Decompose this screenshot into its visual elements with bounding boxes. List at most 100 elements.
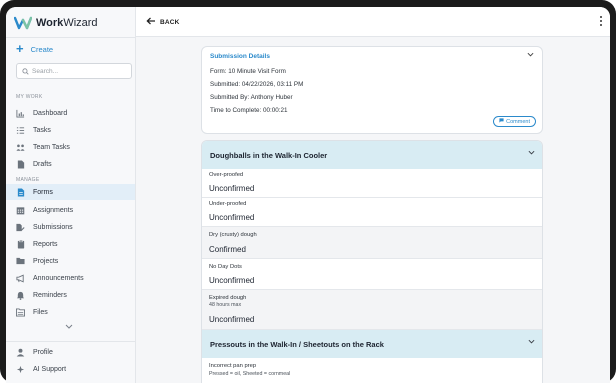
chevron-down-icon[interactable] <box>527 52 534 59</box>
sidebar-item-label: Profile <box>33 348 53 356</box>
search-icon <box>22 62 29 80</box>
chevron-down-icon <box>528 150 535 157</box>
device-frame: WorkWizard + Create MY WORK Dashboard Ta… <box>0 0 616 383</box>
question-answer: Unconfirmed <box>209 315 255 324</box>
divider <box>6 341 136 342</box>
time-to-complete: Time to Complete: 00:00:21 <box>210 107 288 114</box>
comment-button[interactable]: Comment <box>493 116 536 127</box>
question-row: Expired dough 48 hours max Unconfirmed <box>202 290 542 330</box>
sidebar-item-team-tasks[interactable]: Team Tasks <box>6 139 135 155</box>
question-label: Dry (crusty) dough <box>209 232 257 238</box>
brand-name: WorkWizard <box>36 17 98 29</box>
main-content: Submission Details Form: 10 Minute Visit… <box>136 37 610 383</box>
sidebar-item-tasks[interactable]: Tasks <box>6 122 135 138</box>
person-icon <box>16 348 25 357</box>
search-box[interactable] <box>16 63 132 79</box>
search-input[interactable] <box>32 67 127 75</box>
list-icon <box>16 126 25 135</box>
sidebar-item-reports[interactable]: Reports <box>6 236 135 252</box>
megaphone-icon <box>16 273 25 283</box>
section-label-manage: MANAGE <box>16 177 40 183</box>
chevron-down-icon <box>528 339 535 346</box>
question-answer: Unconfirmed <box>209 213 255 222</box>
sidebar-item-profile[interactable]: Profile <box>6 344 135 360</box>
question-row: Over-proofed Unconfirmed <box>202 169 542 198</box>
brand-logo[interactable]: WorkWizard <box>13 14 98 32</box>
question-row: Under-proofed Unconfirmed <box>202 198 542 227</box>
more-options-icon[interactable] <box>600 16 603 26</box>
comment-label: Comment <box>506 118 530 125</box>
bar-chart-icon <box>16 109 25 118</box>
question-label: Incorrect pan prep <box>209 363 257 369</box>
plus-icon: + <box>16 41 24 56</box>
submission-details-card: Submission Details Form: 10 Minute Visit… <box>201 46 543 134</box>
chevron-down-icon[interactable] <box>65 324 73 331</box>
section-header[interactable]: Doughballs in the Walk-In Cooler <box>202 141 542 169</box>
back-button[interactable]: BACK <box>146 17 180 27</box>
submitted-date: Submitted: 04/22/2026, 03:11 PM <box>210 81 304 88</box>
section-header[interactable]: Pressouts in the Walk-In / Sheetouts on … <box>202 330 542 358</box>
submission-icon <box>16 223 25 232</box>
question-label: Expired dough <box>209 295 247 301</box>
bell-icon <box>16 291 25 300</box>
team-icon <box>16 143 25 152</box>
sidebar-item-forms[interactable]: Forms <box>6 184 135 200</box>
files-icon <box>16 307 25 317</box>
sidebar-item-assignments[interactable]: Assignments <box>6 202 135 218</box>
create-button[interactable]: + Create <box>16 41 54 56</box>
document-icon <box>16 159 25 169</box>
arrow-left-icon <box>146 17 156 27</box>
sidebar-item-label: Announcements <box>33 274 84 282</box>
sidebar-item-label: Assignments <box>33 206 74 214</box>
create-label: Create <box>30 44 54 54</box>
folder-icon <box>16 257 25 266</box>
top-bar: BACK <box>136 7 610 37</box>
question-label: Over-proofed <box>209 172 244 178</box>
question-answer: Confirmed <box>209 245 246 254</box>
question-answer: Unconfirmed <box>209 276 255 285</box>
question-hint: Pressed = oil, Sheeted = cornmeal <box>209 371 291 377</box>
sidebar-item-label: Drafts <box>33 160 52 168</box>
sidebar-item-projects[interactable]: Projects <box>6 253 135 269</box>
sidebar-item-label: Reminders <box>33 291 67 299</box>
question-answer: Unconfirmed <box>209 184 255 193</box>
question-label: Under-proofed <box>209 201 247 207</box>
calendar-icon <box>16 206 25 215</box>
sidebar-item-files[interactable]: Files <box>6 304 135 320</box>
question-label: No Day Dots <box>209 264 242 270</box>
sidebar-item-dashboard[interactable]: Dashboard <box>6 105 135 121</box>
form-name: Form: 10 Minute Visit Form <box>210 68 286 75</box>
section-label-my-work: MY WORK <box>16 94 43 100</box>
sidebar-item-label: Files <box>33 308 48 316</box>
divider <box>6 37 136 38</box>
question-row: No Day Dots Unconfirmed <box>202 259 542 290</box>
sidebar-item-label: Tasks <box>33 126 51 134</box>
question-hint: 48 hours max <box>209 302 242 308</box>
sidebar-item-label: Team Tasks <box>33 143 70 151</box>
sidebar-item-announcements[interactable]: Announcements <box>6 270 135 286</box>
comment-icon <box>499 118 504 125</box>
sidebar-item-label: AI Support <box>33 365 67 373</box>
submitted-by: Submitted By: Anthony Huber <box>210 94 293 101</box>
back-label: BACK <box>160 18 180 26</box>
sidebar-item-label: Reports <box>33 240 58 248</box>
sidebar-item-ai-support[interactable]: AI Support <box>6 361 135 377</box>
form-responses: Doughballs in the Walk-In Cooler Over-pr… <box>201 140 543 383</box>
section-title: Pressouts in the Walk-In / Sheetouts on … <box>210 339 384 349</box>
sidebar-item-label: Submissions <box>33 223 73 231</box>
sidebar-item-drafts[interactable]: Drafts <box>6 156 135 172</box>
question-row: Dry (crusty) dough Confirmed <box>202 227 542 259</box>
sidebar-item-label: Forms <box>33 188 53 196</box>
sidebar-item-submissions[interactable]: Submissions <box>6 219 135 235</box>
sidebar: WorkWizard + Create MY WORK Dashboard Ta… <box>6 7 136 383</box>
sidebar-item-reminders[interactable]: Reminders <box>6 287 135 303</box>
section-title: Doughballs in the Walk-In Cooler <box>210 150 328 160</box>
sidebar-item-label: Dashboard <box>33 109 68 117</box>
sidebar-item-label: Projects <box>33 257 59 265</box>
question-row: Incorrect pan prep Pressed = oil, Sheete… <box>202 358 542 383</box>
wizard-logo-icon <box>13 16 33 30</box>
sparkle-icon <box>16 365 25 374</box>
card-title: Submission Details <box>210 53 270 60</box>
form-icon <box>16 187 25 197</box>
report-icon <box>16 239 25 249</box>
